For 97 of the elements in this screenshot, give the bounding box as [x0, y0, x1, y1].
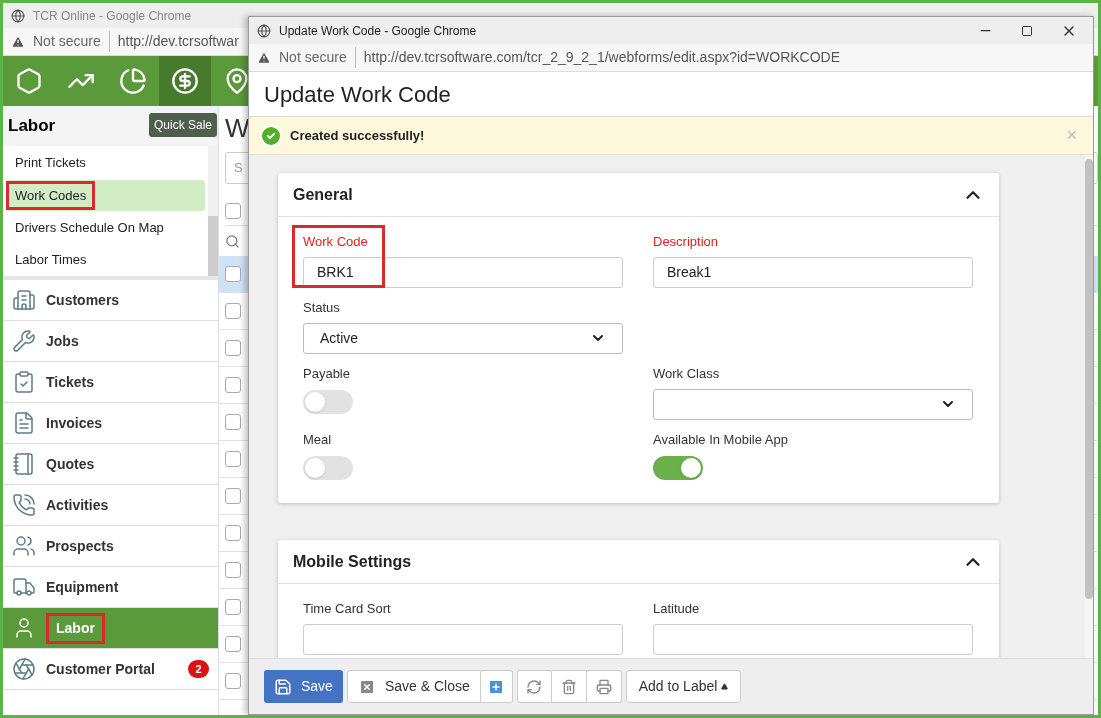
refresh-button[interactable]	[516, 670, 552, 703]
checkbox[interactable]	[225, 636, 241, 652]
save-close-button[interactable]: Save & Close	[346, 670, 481, 703]
submenu-item[interactable]: Labor Times	[6, 244, 205, 275]
globe-icon	[11, 8, 25, 23]
nav-label: Invoices	[46, 413, 103, 433]
checkbox[interactable]	[225, 414, 241, 430]
hexagon-icon	[15, 67, 43, 95]
tooltip: Quick Sale	[149, 113, 218, 137]
card-title: Mobile Settings	[293, 551, 412, 572]
submenu-label: Labor Times	[14, 251, 88, 270]
dollar-icon	[171, 67, 199, 95]
add-to-label-button[interactable]: Add to Label	[625, 670, 742, 703]
clipboard-icon	[12, 370, 36, 394]
nav-label: Activities	[46, 495, 109, 515]
card-title: General	[293, 184, 353, 205]
printer-icon	[595, 678, 612, 695]
select-field[interactable]	[653, 388, 973, 420]
field-label: Latitude	[653, 600, 701, 618]
globe-icon	[257, 23, 271, 38]
nav-label: Customers	[46, 290, 120, 310]
notebook-icon	[12, 452, 36, 476]
security-label: Not secure	[279, 47, 356, 68]
input-field[interactable]: BRK1	[303, 256, 623, 288]
building-icon	[12, 288, 36, 312]
nav-label: Prospects	[46, 536, 114, 556]
submenu-label: Work Codes	[6, 180, 96, 211]
checkbox[interactable]	[225, 525, 241, 541]
save-button[interactable]: Save	[264, 670, 343, 703]
warning-icon	[257, 50, 271, 65]
trash-icon	[560, 678, 577, 695]
url-text[interactable]: http://dev.tcrsoftware.com/tcr_2_9_2_1/webforms/edit.aspx?id=WORKCODE	[363, 47, 841, 68]
caret-up-icon	[721, 683, 729, 690]
dialog-heading: Update Work Code	[264, 80, 451, 109]
input-field[interactable]	[303, 623, 623, 655]
submenu-label: Drivers Schedule On Map	[14, 218, 165, 237]
toggle-switch[interactable]	[653, 455, 703, 480]
check-circle-icon	[259, 123, 283, 148]
checkbox[interactable]	[225, 599, 241, 615]
page-title: W	[225, 112, 250, 145]
submenu-item[interactable]: Drivers Schedule On Map	[6, 212, 205, 243]
nav-label: Quotes	[46, 454, 95, 474]
window-title: TCR Online - Google Chrome	[33, 7, 192, 25]
phone-icon	[12, 493, 36, 517]
delete-button[interactable]	[551, 670, 587, 703]
field-label: Status	[303, 299, 341, 317]
document-icon	[12, 411, 36, 435]
checkbox[interactable]	[225, 202, 241, 219]
section-title: Labor	[8, 115, 56, 138]
checkbox[interactable]	[225, 488, 241, 504]
wrench-icon	[12, 329, 36, 353]
search-icon	[225, 233, 240, 249]
nav-label: Customer Portal	[46, 659, 155, 679]
checkbox[interactable]	[225, 377, 241, 393]
field-label: Work Class	[653, 365, 721, 383]
nav-label: Equipment	[46, 577, 119, 597]
warning-icon	[11, 34, 25, 49]
nav-tab[interactable]	[159, 56, 211, 106]
field-label: Time Card Sort	[303, 600, 392, 618]
field-label: Work Code	[303, 233, 369, 251]
nav-label: Jobs	[46, 331, 79, 351]
url-text[interactable]: http://dev.tcrsoftwar	[117, 31, 239, 52]
field-label: Description	[653, 233, 720, 251]
scrollbar[interactable]	[208, 146, 218, 276]
alert-message: Created successfully!	[290, 126, 425, 145]
floppy-icon	[274, 677, 292, 696]
scrollbar[interactable]	[1085, 155, 1093, 658]
submenu-item[interactable]: Work Codes	[6, 180, 205, 211]
window-title: Update Work Code - Google Chrome	[279, 22, 477, 40]
nav-label: Tickets	[46, 372, 94, 392]
count-badge: 2	[188, 660, 209, 678]
add-button[interactable]	[480, 670, 513, 703]
select-field[interactable]: Active	[303, 322, 623, 354]
pie-chart-icon	[119, 67, 147, 95]
print-button[interactable]	[586, 670, 622, 703]
submenu-item[interactable]: Print Tickets	[6, 148, 205, 179]
field-label: Meal	[303, 431, 333, 449]
checkbox[interactable]	[225, 673, 241, 689]
field-label: Payable	[303, 365, 351, 383]
checkbox[interactable]	[225, 451, 241, 467]
checkbox[interactable]	[225, 303, 241, 319]
nav-label: Labor	[46, 612, 105, 644]
truck-icon	[12, 575, 36, 599]
maximize-icon[interactable]	[1021, 24, 1033, 37]
refresh-icon	[526, 678, 543, 695]
input-field[interactable]: Break1	[653, 256, 973, 288]
submenu-label: Print Tickets	[14, 154, 87, 173]
checkbox[interactable]	[225, 562, 241, 578]
field-label: Available In Mobile App	[653, 431, 789, 449]
checkbox[interactable]	[225, 266, 241, 282]
aperture-icon	[12, 657, 36, 681]
security-label: Not secure	[33, 31, 110, 52]
input-field[interactable]	[653, 623, 973, 655]
people-icon	[12, 534, 36, 558]
toggle-switch[interactable]	[303, 389, 353, 414]
checkbox[interactable]	[225, 340, 241, 356]
toggle-switch[interactable]	[303, 455, 353, 480]
